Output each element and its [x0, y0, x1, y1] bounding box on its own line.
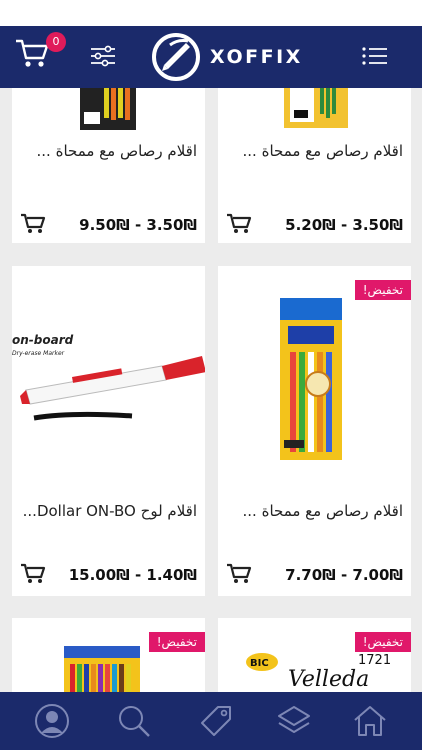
svg-text:on-board: on-board — [12, 333, 74, 347]
bottom-navigation — [0, 692, 422, 750]
price-separator: - — [340, 216, 348, 234]
product-price: 7.70₪ - 7.00₪ — [285, 566, 403, 584]
cart-icon — [227, 563, 252, 583]
product-image: on-board Dry-erase Marker — [12, 332, 206, 432]
product-card[interactable]: تخفيض! اقلام رصاص مع ممحاة ... 7.70₪ - 7… — [218, 266, 411, 596]
logo-text: XOFFIX — [210, 46, 303, 68]
logo-emblem-icon — [152, 33, 200, 81]
nav-categories[interactable] — [276, 703, 312, 739]
price-low: 3.50₪ — [146, 216, 197, 234]
filter-icon — [91, 45, 115, 67]
price-separator: - — [134, 216, 142, 234]
status-bar — [0, 0, 422, 26]
cart-count-badge: 0 — [46, 32, 66, 52]
price-high: 9.50₪ — [79, 216, 130, 234]
product-image — [218, 88, 411, 130]
sale-badge: تخفيض! — [354, 280, 411, 300]
product-image — [12, 638, 205, 692]
price-high: 15.00₪ — [68, 566, 130, 584]
product-image — [12, 88, 205, 130]
cart-icon — [16, 39, 49, 67]
product-price: 9.50₪ - 3.50₪ — [79, 216, 197, 234]
cart-icon — [21, 563, 46, 583]
nav-offers[interactable] — [198, 703, 234, 739]
product-image: BIC Velleda 1721 — [218, 648, 411, 692]
search-icon — [119, 706, 150, 737]
product-price: 5.20₪ - 3.50₪ — [285, 216, 403, 234]
menu-icon — [362, 47, 387, 65]
add-to-cart-button[interactable] — [20, 562, 46, 584]
product-price: 15.00₪ - 1.40₪ — [69, 566, 197, 584]
profile-icon — [35, 704, 69, 738]
product-name: اقلام لوح Dollar ON-BO... — [22, 502, 197, 520]
nav-home[interactable] — [352, 703, 388, 739]
tag-icon — [201, 706, 231, 736]
add-to-cart-button[interactable] — [226, 212, 252, 234]
home-icon — [354, 706, 386, 736]
product-name: اقلام رصاص مع ممحاة ... — [36, 142, 197, 160]
product-grid: اقلام رصاص مع ممحاة ... 5.20₪ - 3.50₪ اق… — [0, 88, 422, 692]
price-high: 5.20₪ — [285, 216, 336, 234]
price-low: 7.00₪ — [352, 566, 403, 584]
product-name: اقلام رصاص مع ممحاة ... — [242, 502, 403, 520]
product-image — [218, 276, 411, 466]
xoffix-logo: XOFFIX — [150, 31, 320, 83]
nav-profile[interactable] — [34, 703, 70, 739]
price-high: 7.70₪ — [285, 566, 336, 584]
layers-icon — [278, 706, 310, 733]
price-low: 1.40₪ — [146, 566, 197, 584]
product-card[interactable]: on-board Dry-erase Marker اقلام لوح Doll… — [12, 266, 206, 596]
product-card[interactable]: تخفيض! BIC Velleda 1721 — [218, 618, 411, 692]
add-to-cart-button[interactable] — [20, 212, 46, 234]
product-name: اقلام رصاص مع ممحاة ... — [242, 142, 403, 160]
svg-text:Velleda: Velleda — [288, 667, 369, 692]
filter-button[interactable] — [88, 42, 118, 70]
add-to-cart-button[interactable] — [226, 562, 252, 584]
app-header: 0 XOFFIX — [0, 26, 422, 88]
price-separator: - — [134, 566, 142, 584]
cart-icon — [21, 213, 46, 233]
product-card[interactable]: اقلام رصاص مع ممحاة ... 9.50₪ - 3.50₪ — [12, 88, 205, 243]
menu-button[interactable] — [360, 42, 390, 70]
price-low: 3.50₪ — [352, 216, 403, 234]
cart-icon — [227, 213, 252, 233]
svg-text:Dry-erase Marker: Dry-erase Marker — [12, 350, 65, 357]
price-separator: - — [340, 566, 348, 584]
svg-text:BIC: BIC — [250, 658, 269, 669]
svg-text:1721: 1721 — [358, 653, 391, 668]
nav-search[interactable] — [116, 703, 152, 739]
product-card[interactable]: اقلام رصاص مع ممحاة ... 5.20₪ - 3.50₪ — [218, 88, 411, 243]
product-card[interactable]: تخفيض! — [12, 618, 205, 692]
